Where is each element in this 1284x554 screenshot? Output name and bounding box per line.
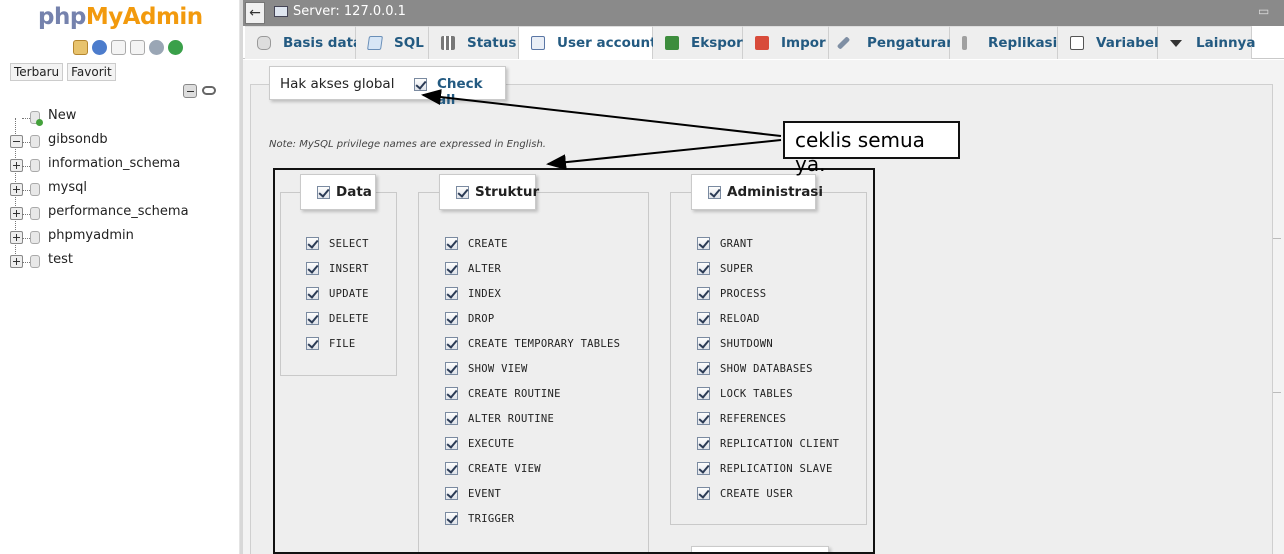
nav-icon-bar bbox=[73, 40, 183, 55]
link-with-main-icon[interactable] bbox=[202, 86, 216, 95]
tab-replication[interactable]: Replikasi bbox=[950, 26, 1058, 59]
tree-item-information-schema[interactable]: information_schema bbox=[8, 154, 238, 178]
server-icon bbox=[274, 6, 288, 17]
database-icon bbox=[30, 159, 40, 172]
tree-item-performance-schema[interactable]: performance_schema bbox=[8, 202, 238, 226]
database-icon bbox=[30, 183, 40, 196]
users-icon bbox=[531, 36, 545, 50]
check-all-checkbox[interactable] bbox=[414, 78, 427, 91]
database-icon bbox=[30, 135, 40, 148]
recent-favorites-tabs: Terbaru Favorit bbox=[10, 63, 116, 81]
tab-more[interactable]: Lainnya bbox=[1158, 26, 1255, 59]
import-icon bbox=[755, 36, 769, 50]
status-icon bbox=[441, 36, 455, 50]
tab-user-accounts[interactable]: User accounts bbox=[519, 26, 665, 59]
collapse-all-icon[interactable] bbox=[183, 84, 197, 98]
database-icon bbox=[30, 231, 40, 244]
back-button[interactable]: ← bbox=[245, 2, 265, 24]
sql-docs-icon[interactable] bbox=[130, 40, 145, 55]
tab-databases[interactable]: Basis data bbox=[245, 26, 362, 59]
export-icon bbox=[665, 36, 679, 50]
highlight-frame bbox=[273, 168, 875, 554]
tab-settings[interactable]: Pengaturan bbox=[829, 26, 956, 59]
global-privileges-title: Hak akses global bbox=[280, 76, 395, 92]
tree-item-test[interactable]: test bbox=[8, 250, 238, 274]
new-database-icon bbox=[30, 111, 43, 126]
tab-sql[interactable]: SQL bbox=[356, 26, 429, 59]
phpmyadmin-logo[interactable]: phpMyAdmin bbox=[38, 4, 203, 30]
tree-item-mysql[interactable]: mysql bbox=[8, 178, 238, 202]
database-icon bbox=[30, 255, 40, 268]
reload-icon[interactable] bbox=[168, 40, 183, 55]
gear-icon[interactable] bbox=[149, 40, 164, 55]
collapse-menu-icon[interactable]: ▭ bbox=[1258, 4, 1272, 18]
tree-item-gibsondb[interactable]: gibsondb bbox=[8, 130, 238, 154]
documentation-icon[interactable] bbox=[111, 40, 126, 55]
replication-icon bbox=[962, 36, 967, 50]
tab-recent[interactable]: Terbaru bbox=[10, 63, 64, 81]
tab-favorites[interactable]: Favorit bbox=[67, 63, 116, 81]
main-content: Hak akses global Check all Note: MySQL p… bbox=[243, 60, 1284, 554]
privilege-names-note: Note: MySQL privilege names are expresse… bbox=[269, 139, 546, 150]
wrench-icon bbox=[836, 36, 851, 50]
check-all-label[interactable]: Check all bbox=[437, 76, 505, 108]
tree-item-phpmyadmin[interactable]: phpmyadmin bbox=[8, 226, 238, 250]
variables-icon bbox=[1070, 36, 1084, 50]
tab-variables[interactable]: Variabel bbox=[1058, 26, 1159, 59]
tab-import[interactable]: Impor bbox=[743, 26, 829, 59]
home-icon[interactable] bbox=[73, 40, 88, 55]
chevron-down-icon bbox=[1170, 40, 1182, 47]
scroll-marker bbox=[1273, 392, 1281, 393]
annotation-callout: ceklis semua ya. bbox=[783, 121, 960, 176]
tab-export[interactable]: Ekspor bbox=[653, 26, 743, 59]
tree-item-new[interactable]: New bbox=[8, 106, 238, 130]
global-privileges-legend: Hak akses global Check all bbox=[269, 66, 506, 108]
server-breadcrumb[interactable]: Server: 127.0.0.1 bbox=[293, 4, 406, 19]
database-tree: New gibsondb information_schema mysql pe… bbox=[8, 106, 238, 274]
database-icon bbox=[257, 36, 271, 50]
database-icon bbox=[30, 207, 40, 220]
phpmyadmin-window: phpMyAdmin Terbaru Favorit New gibsondb … bbox=[0, 0, 1284, 554]
help-icon[interactable] bbox=[92, 40, 107, 55]
main-tabs: Basis data SQL Status User accounts Eksp… bbox=[243, 26, 1284, 59]
navigation-panel: phpMyAdmin Terbaru Favorit New gibsondb … bbox=[0, 0, 240, 554]
tab-status[interactable]: Status bbox=[429, 26, 519, 59]
sql-icon bbox=[367, 36, 383, 50]
scroll-marker bbox=[1273, 238, 1281, 239]
server-breadcrumb-bar: ← Server: 127.0.0.1 ▭ bbox=[243, 0, 1284, 26]
